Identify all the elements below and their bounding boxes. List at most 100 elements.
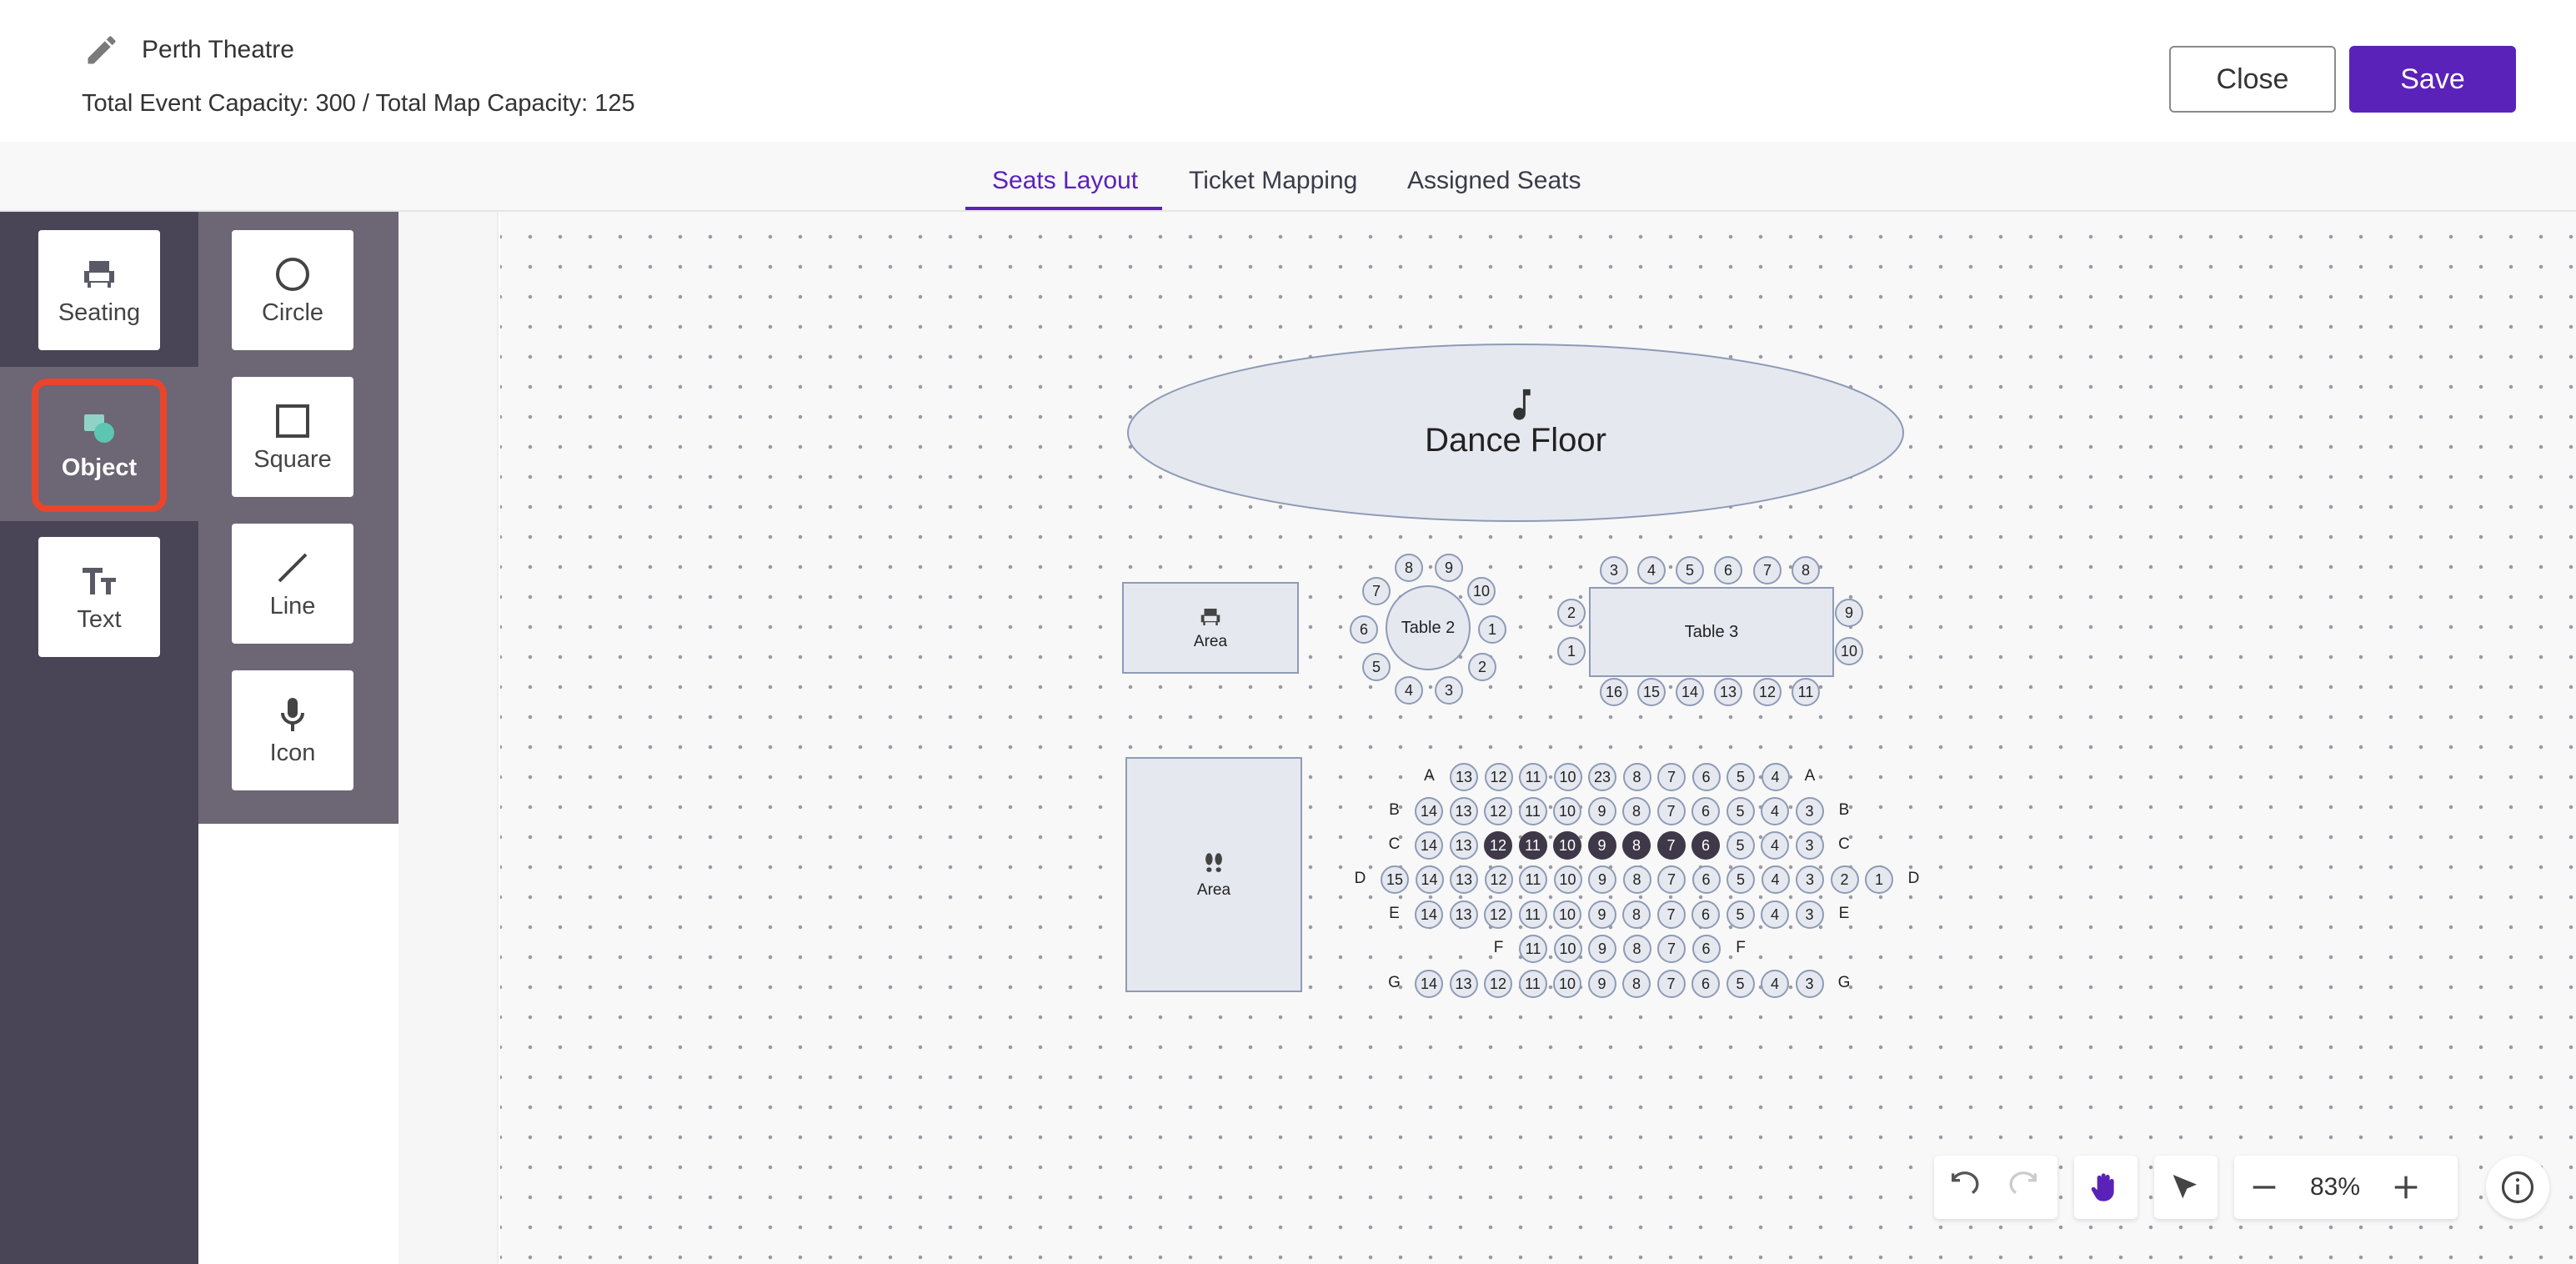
row-c-seat[interactable]: 4 bbox=[1761, 831, 1789, 860]
row-c-seat[interactable]: 6 bbox=[1691, 831, 1720, 860]
table-3-seat[interactable]: 15 bbox=[1637, 678, 1666, 706]
row-g-seat[interactable]: 9 bbox=[1587, 970, 1616, 998]
row-d-seat[interactable]: 7 bbox=[1657, 865, 1686, 894]
zoom-in-button[interactable] bbox=[2376, 1156, 2436, 1219]
circle-tool[interactable]: Circle bbox=[232, 230, 353, 350]
table-2-seat[interactable]: 1 bbox=[1478, 615, 1506, 644]
close-button[interactable]: Close bbox=[2169, 46, 2336, 113]
row-g-seat[interactable]: 8 bbox=[1622, 970, 1651, 998]
row-d-seat[interactable]: 1 bbox=[1865, 865, 1893, 894]
row-b-seat[interactable]: 14 bbox=[1415, 797, 1443, 825]
text-tool[interactable]: Text bbox=[38, 537, 160, 657]
row-c-seat[interactable]: 12 bbox=[1484, 831, 1512, 860]
table-3-seat[interactable]: 7 bbox=[1753, 556, 1782, 584]
row-d-seat[interactable]: 14 bbox=[1415, 865, 1444, 894]
row-f-seat[interactable]: 8 bbox=[1622, 935, 1651, 963]
table-3-seat[interactable]: 5 bbox=[1676, 556, 1704, 584]
table-3-seat[interactable]: 9 bbox=[1835, 599, 1863, 627]
row-c-seat[interactable]: 10 bbox=[1553, 831, 1581, 860]
tab-seats-layout[interactable]: Seats Layout bbox=[992, 167, 1138, 212]
row-c-seat[interactable]: 11 bbox=[1518, 831, 1547, 860]
pan-hand-button[interactable] bbox=[2074, 1156, 2134, 1219]
row-e-seat[interactable]: 6 bbox=[1691, 900, 1720, 929]
table-2-seat[interactable]: 8 bbox=[1395, 554, 1423, 582]
row-d-seat[interactable]: 6 bbox=[1691, 865, 1721, 894]
row-d-seat[interactable]: 5 bbox=[1727, 865, 1755, 894]
row-f-seat[interactable]: 11 bbox=[1519, 935, 1547, 963]
table-3-seat[interactable]: 12 bbox=[1753, 678, 1782, 706]
row-a-seat[interactable]: 5 bbox=[1727, 763, 1755, 791]
row-g-seat[interactable]: 14 bbox=[1415, 970, 1443, 998]
area-bottom[interactable]: Area bbox=[1125, 757, 1302, 992]
row-b-seat[interactable]: 13 bbox=[1449, 797, 1478, 825]
row-b-seat[interactable]: 6 bbox=[1691, 797, 1720, 825]
row-f-seat[interactable]: 7 bbox=[1657, 935, 1686, 963]
table-3-seat[interactable]: 10 bbox=[1835, 637, 1863, 665]
area-top[interactable]: Area bbox=[1122, 582, 1299, 674]
redo-button[interactable] bbox=[1994, 1156, 2054, 1219]
row-b-seat[interactable]: 10 bbox=[1553, 797, 1581, 825]
table-3-seat[interactable]: 14 bbox=[1676, 678, 1704, 706]
row-g-seat[interactable]: 5 bbox=[1726, 970, 1755, 998]
tab-assigned-seats[interactable]: Assigned Seats bbox=[1407, 167, 1581, 212]
tab-ticket-mapping[interactable]: Ticket Mapping bbox=[1189, 167, 1357, 212]
row-g-seat[interactable]: 12 bbox=[1484, 970, 1512, 998]
row-g-seat[interactable]: 11 bbox=[1518, 970, 1547, 998]
table-2-seat[interactable]: 9 bbox=[1435, 554, 1463, 582]
row-d-seat[interactable]: 11 bbox=[1519, 865, 1547, 894]
table-3-seat[interactable]: 1 bbox=[1557, 637, 1586, 665]
row-c-seat[interactable]: 3 bbox=[1795, 831, 1824, 860]
table-3-seat[interactable]: 16 bbox=[1600, 678, 1628, 706]
row-g-seat[interactable]: 4 bbox=[1761, 970, 1789, 998]
row-f-seat[interactable]: 10 bbox=[1553, 935, 1582, 963]
table-3[interactable]: Table 3 bbox=[1589, 587, 1834, 677]
row-g-seat[interactable]: 10 bbox=[1553, 970, 1581, 998]
row-c-seat[interactable]: 7 bbox=[1656, 831, 1686, 860]
table-3-seat[interactable]: 6 bbox=[1714, 556, 1742, 584]
row-b-seat[interactable]: 5 bbox=[1726, 797, 1755, 825]
icon-tool[interactable]: Icon bbox=[232, 670, 353, 790]
table-3-seat[interactable]: 11 bbox=[1792, 678, 1820, 706]
row-d-seat[interactable]: 15 bbox=[1381, 865, 1409, 894]
row-a-seat[interactable]: 8 bbox=[1622, 763, 1651, 791]
zoom-out-button[interactable] bbox=[2234, 1156, 2294, 1219]
row-e-seat[interactable]: 7 bbox=[1656, 900, 1686, 929]
table-2-seat[interactable]: 3 bbox=[1435, 676, 1463, 705]
row-e-seat[interactable]: 11 bbox=[1518, 900, 1547, 929]
table-2-seat[interactable]: 10 bbox=[1467, 577, 1496, 605]
table-2-seat[interactable]: 7 bbox=[1362, 577, 1391, 605]
row-f-seat[interactable]: 9 bbox=[1588, 935, 1616, 963]
table-3-seat[interactable]: 13 bbox=[1714, 678, 1742, 706]
row-d-seat[interactable]: 8 bbox=[1622, 865, 1651, 894]
row-d-seat[interactable]: 13 bbox=[1450, 865, 1478, 894]
row-c-seat[interactable]: 8 bbox=[1622, 831, 1651, 860]
row-g-seat[interactable]: 7 bbox=[1656, 970, 1686, 998]
row-g-seat[interactable]: 13 bbox=[1449, 970, 1478, 998]
row-b-seat[interactable]: 11 bbox=[1518, 797, 1547, 825]
row-e-seat[interactable]: 4 bbox=[1761, 900, 1789, 929]
row-d-seat[interactable]: 4 bbox=[1761, 865, 1790, 894]
row-e-seat[interactable]: 5 bbox=[1726, 900, 1755, 929]
row-d-seat[interactable]: 12 bbox=[1484, 865, 1513, 894]
row-e-seat[interactable]: 14 bbox=[1415, 900, 1443, 929]
object-tool[interactable]: Object bbox=[32, 379, 167, 512]
seating-tool[interactable]: Seating bbox=[38, 230, 160, 350]
row-c-seat[interactable]: 9 bbox=[1587, 831, 1616, 860]
row-d-seat[interactable]: 2 bbox=[1830, 865, 1859, 894]
row-c-seat[interactable]: 5 bbox=[1726, 831, 1755, 860]
save-button[interactable]: Save bbox=[2349, 46, 2516, 113]
row-e-seat[interactable]: 12 bbox=[1484, 900, 1512, 929]
row-b-seat[interactable]: 12 bbox=[1484, 797, 1512, 825]
row-e-seat[interactable]: 8 bbox=[1622, 900, 1651, 929]
table-3-seat[interactable]: 4 bbox=[1637, 556, 1666, 584]
square-tool[interactable]: Square bbox=[232, 377, 353, 497]
row-a-seat[interactable]: 23 bbox=[1588, 763, 1616, 791]
row-b-seat[interactable]: 4 bbox=[1761, 797, 1789, 825]
row-b-seat[interactable]: 9 bbox=[1587, 797, 1616, 825]
table-2-seat[interactable]: 4 bbox=[1395, 676, 1423, 705]
table-2-seat[interactable]: 2 bbox=[1468, 653, 1496, 681]
info-button[interactable] bbox=[2486, 1156, 2549, 1219]
table-3-seat[interactable]: 8 bbox=[1792, 556, 1820, 584]
row-a-seat[interactable]: 4 bbox=[1761, 763, 1790, 791]
table-2-seat[interactable]: 5 bbox=[1362, 653, 1391, 681]
